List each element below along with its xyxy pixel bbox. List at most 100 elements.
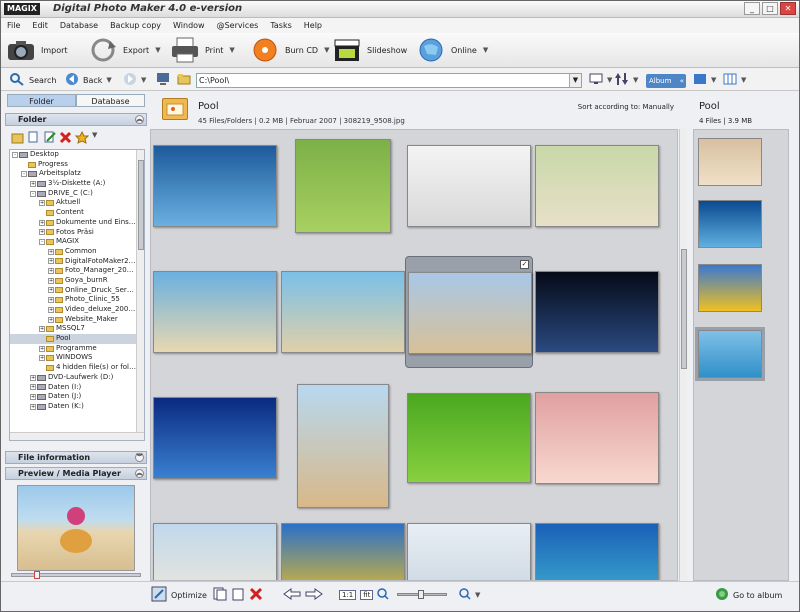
collapse-node-icon[interactable]: - — [39, 239, 45, 246]
scroll-thumb[interactable] — [138, 160, 144, 250]
photo-thumbnail[interactable] — [535, 271, 659, 353]
tab-folder[interactable]: Folder — [7, 94, 76, 107]
expand-node-icon[interactable]: + — [48, 268, 54, 275]
thumbnail-cell[interactable] — [405, 508, 533, 580]
tree-item[interactable]: + Common — [10, 247, 144, 257]
thumbnail-cell[interactable]: ✓ — [405, 256, 533, 368]
maximize-button[interactable]: □ — [762, 2, 778, 15]
tree-item[interactable]: 4 hidden file(s) or fol… — [10, 363, 144, 373]
expand-node-icon[interactable]: + — [39, 200, 45, 207]
album-thumbnail[interactable] — [698, 138, 762, 186]
go-to-album-button[interactable]: Go to album — [715, 586, 782, 604]
menu-services[interactable]: @Services — [211, 18, 265, 33]
online-button[interactable]: Online ▼ — [417, 35, 488, 65]
tree-item[interactable]: - MAGIX — [10, 237, 144, 247]
thumbnail-cell[interactable] — [533, 508, 661, 580]
favorite-star-icon[interactable] — [74, 130, 90, 147]
layout-button[interactable]: ▼ — [723, 72, 746, 88]
photo-thumbnail[interactable] — [297, 384, 389, 508]
thumbnail-cell[interactable] — [405, 382, 533, 494]
expand-node-icon[interactable]: + — [30, 403, 36, 410]
back-button[interactable]: Back ▼ — [65, 72, 112, 88]
expand-node-icon[interactable]: + — [48, 297, 54, 304]
tree-item[interactable]: + DVD-Laufwerk (D:) — [10, 373, 144, 383]
sort-dropdown-icon[interactable]: ▼ — [633, 76, 638, 84]
thumbnail-cell[interactable] — [279, 130, 407, 242]
thumbnail-cell[interactable] — [151, 130, 279, 242]
zoom-slider[interactable] — [397, 590, 447, 599]
tree-item[interactable]: - Arbeitsplatz — [10, 169, 144, 179]
tree-item[interactable]: Pool — [10, 334, 144, 344]
album-thumbnail[interactable] — [695, 327, 765, 381]
photo-thumbnail[interactable] — [408, 272, 532, 354]
photo-thumbnail[interactable] — [407, 523, 531, 580]
grid-vertical-scrollbar[interactable] — [679, 129, 687, 581]
edit-icon[interactable] — [43, 131, 56, 147]
tree-item[interactable]: + Daten (J:) — [10, 392, 144, 402]
tree-item[interactable]: + WINDOWS — [10, 353, 144, 363]
photo-thumbnail[interactable] — [535, 392, 659, 484]
tree-horizontal-scrollbar[interactable] — [10, 432, 144, 440]
tree-item[interactable]: + MSSQL7 — [10, 324, 144, 334]
preview-header[interactable]: Preview / Media Player ︽ — [5, 467, 147, 480]
expand-node-icon[interactable]: + — [39, 219, 45, 226]
sort-status[interactable]: Sort according to: Manually — [578, 103, 674, 111]
expand-node-icon[interactable]: + — [39, 326, 45, 333]
delete-icon[interactable] — [59, 131, 72, 147]
expand-node-icon[interactable]: + — [48, 277, 54, 284]
zoom-in-icon[interactable] — [459, 588, 471, 602]
burn-cd-button[interactable]: Burn CD ▼ — [251, 35, 329, 65]
expand-node-icon[interactable]: + — [39, 229, 45, 236]
menu-file[interactable]: File — [1, 18, 26, 33]
tab-database[interactable]: Database — [76, 94, 145, 107]
menu-backup-copy[interactable]: Backup copy — [104, 18, 167, 33]
search-button[interactable]: Search — [9, 72, 56, 88]
expand-node-icon[interactable]: + — [39, 355, 45, 362]
tree-item[interactable]: + DigitalFotoMaker2… — [10, 257, 144, 267]
favorite-dropdown-icon[interactable]: ▼ — [92, 131, 97, 147]
slideshow-button[interactable]: Slideshow — [333, 35, 407, 65]
back-dropdown-icon[interactable]: ▼ — [106, 76, 111, 84]
slider-knob[interactable] — [34, 571, 40, 579]
album-thumbnail[interactable] — [698, 264, 762, 312]
new-folder-icon[interactable] — [11, 131, 24, 147]
expand-node-icon[interactable]: + — [48, 316, 54, 323]
expand-node-icon[interactable]: + — [48, 248, 54, 255]
export-dropdown-icon[interactable]: ▼ — [155, 46, 160, 54]
sort-button[interactable]: ▼ — [615, 72, 638, 88]
expand-icon[interactable]: ︾ — [135, 453, 144, 462]
online-dropdown-icon[interactable]: ▼ — [483, 46, 488, 54]
paste-image-icon[interactable] — [231, 587, 245, 603]
tree-vertical-scrollbar[interactable] — [136, 150, 144, 440]
thumbnail-cell[interactable] — [279, 508, 407, 580]
tree-item[interactable]: + Goya_burnR — [10, 276, 144, 286]
media-position-slider[interactable] — [11, 571, 141, 579]
menu-edit[interactable]: Edit — [26, 18, 54, 33]
expand-node-icon[interactable]: + — [30, 394, 36, 401]
expand-node-icon[interactable]: + — [30, 374, 36, 381]
layout-dropdown-icon[interactable]: ▼ — [741, 76, 746, 84]
photo-thumbnail[interactable] — [535, 145, 659, 227]
path-input[interactable]: C:\Pool\ ▼ — [196, 73, 582, 88]
tree-item[interactable]: + Video_deluxe_200… — [10, 305, 144, 315]
burn-dropdown-icon[interactable]: ▼ — [324, 46, 329, 54]
computer-button[interactable] — [156, 72, 170, 88]
menu-window[interactable]: Window — [167, 18, 211, 33]
photo-thumbnail[interactable] — [407, 393, 531, 483]
album-view-button[interactable]: ▼ — [693, 72, 716, 88]
view-mode-button[interactable]: ▼ — [589, 72, 612, 88]
view-dropdown-icon[interactable]: ▼ — [607, 76, 612, 84]
expand-node-icon[interactable]: + — [48, 258, 54, 265]
next-arrow-icon[interactable] — [305, 588, 323, 602]
photo-thumbnail[interactable] — [153, 397, 277, 479]
album-thumbnail[interactable] — [698, 200, 762, 248]
tree-item[interactable]: + Daten (K:) — [10, 402, 144, 412]
thumbnail-cell[interactable] — [533, 256, 661, 368]
close-button[interactable]: ✕ — [780, 2, 796, 15]
collapse-node-icon[interactable]: - — [12, 151, 18, 158]
photo-thumbnail[interactable] — [153, 145, 277, 227]
tree-item[interactable]: +3½-Diskette (A:) — [10, 179, 144, 189]
tree-item[interactable]: Content — [10, 208, 144, 218]
photo-thumbnail[interactable] — [153, 523, 277, 580]
album-toggle-button[interactable]: Album « — [646, 74, 686, 88]
